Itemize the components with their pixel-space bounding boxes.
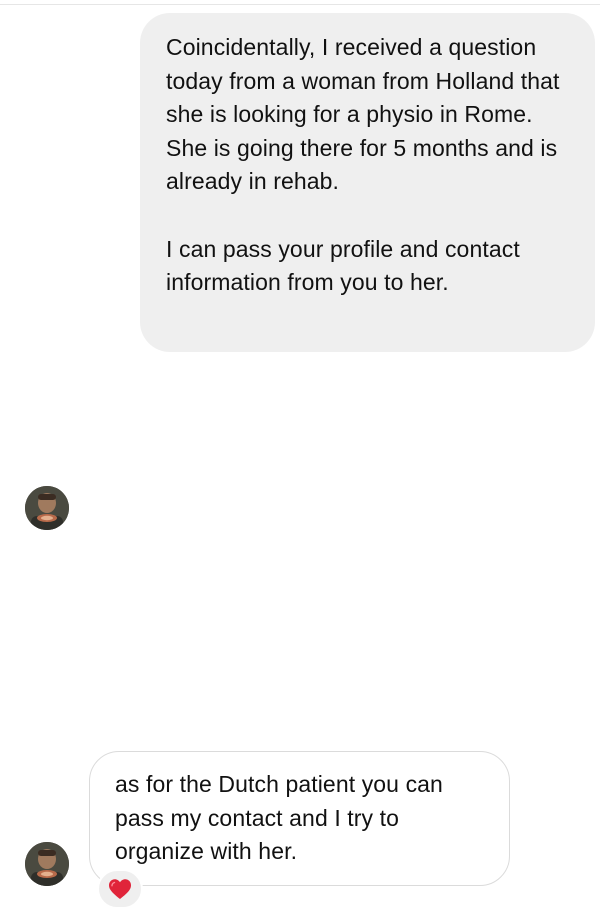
message-text-paragraph-2: I can pass your profile and contact info…	[166, 235, 527, 296]
incoming-message-bubble[interactable]: as for the Dutch patient you can pass my…	[89, 751, 510, 886]
outgoing-message-bubble[interactable]: Coincidentally, I received a question to…	[140, 13, 595, 352]
heart-reaction[interactable]	[97, 869, 143, 909]
profile-photo-icon	[25, 486, 69, 530]
top-divider	[0, 4, 600, 5]
sender-avatar[interactable]	[25, 486, 69, 530]
message-text-paragraph-1: Coincidentally, I received a question to…	[166, 34, 566, 194]
heart-icon	[109, 879, 131, 899]
sender-avatar[interactable]	[25, 842, 69, 886]
profile-photo-icon	[25, 842, 69, 886]
message-text: as for the Dutch patient you can pass my…	[115, 771, 450, 864]
